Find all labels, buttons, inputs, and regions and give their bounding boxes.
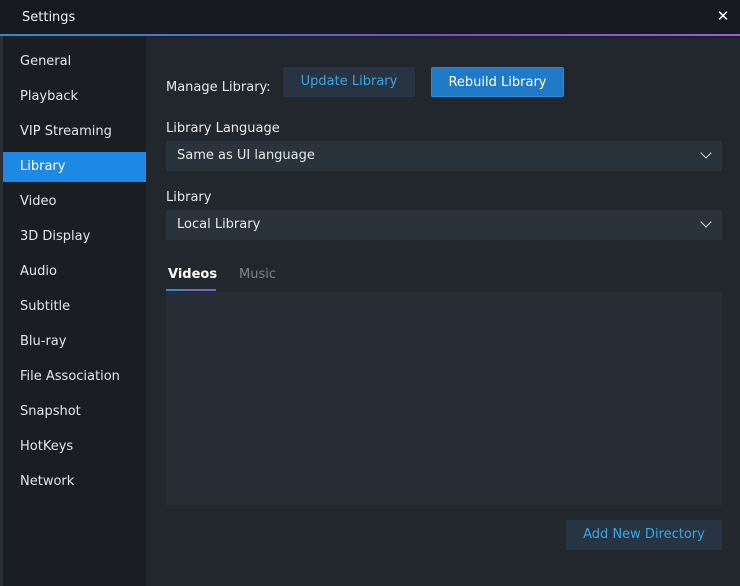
- sidebar-item-file-association[interactable]: File Association: [3, 362, 146, 392]
- settings-sidebar: General Playback VIP Streaming Library V…: [3, 38, 146, 586]
- update-library-button[interactable]: Update Library: [283, 67, 415, 97]
- library-tabs: Videos Music: [166, 264, 722, 292]
- title-bar: Settings ✕: [0, 0, 740, 36]
- sidebar-item-3d-display[interactable]: 3D Display: [3, 222, 146, 252]
- sidebar-item-audio[interactable]: Audio: [3, 257, 146, 287]
- sidebar-item-video[interactable]: Video: [3, 187, 146, 217]
- sidebar-item-playback[interactable]: Playback: [3, 82, 146, 112]
- library-language-label: Library Language: [166, 121, 280, 136]
- sidebar-item-snapshot[interactable]: Snapshot: [3, 397, 146, 427]
- add-new-directory-button[interactable]: Add New Directory: [566, 520, 722, 550]
- manage-library-label: Manage Library:: [166, 80, 271, 95]
- library-value: Local Library: [177, 217, 261, 232]
- sidebar-item-library[interactable]: Library: [3, 152, 146, 182]
- sidebar-item-general[interactable]: General: [3, 47, 146, 77]
- chevron-down-icon: [700, 147, 712, 159]
- title-accent-line: [0, 34, 740, 36]
- library-label: Library: [166, 190, 212, 205]
- library-language-value: Same as UI language: [177, 148, 315, 163]
- chevron-down-icon: [700, 216, 712, 228]
- sidebar-item-blu-ray[interactable]: Blu-ray: [3, 327, 146, 357]
- directory-list[interactable]: [166, 292, 722, 505]
- library-dropdown[interactable]: Local Library: [166, 210, 722, 240]
- tab-music[interactable]: Music: [239, 267, 276, 282]
- sidebar-item-hotkeys[interactable]: HotKeys: [3, 432, 146, 462]
- sidebar-item-network[interactable]: Network: [3, 467, 146, 497]
- rebuild-library-button[interactable]: Rebuild Library: [431, 67, 564, 97]
- sidebar-item-vip-streaming[interactable]: VIP Streaming: [3, 117, 146, 147]
- active-tab-indicator: [166, 289, 216, 291]
- close-icon[interactable]: ✕: [716, 8, 730, 24]
- library-language-dropdown[interactable]: Same as UI language: [166, 141, 722, 171]
- library-settings-panel: Manage Library: Update Library Rebuild L…: [146, 38, 740, 586]
- sidebar-item-subtitle[interactable]: Subtitle: [3, 292, 146, 322]
- tab-videos[interactable]: Videos: [168, 267, 217, 282]
- window-title: Settings: [22, 10, 76, 25]
